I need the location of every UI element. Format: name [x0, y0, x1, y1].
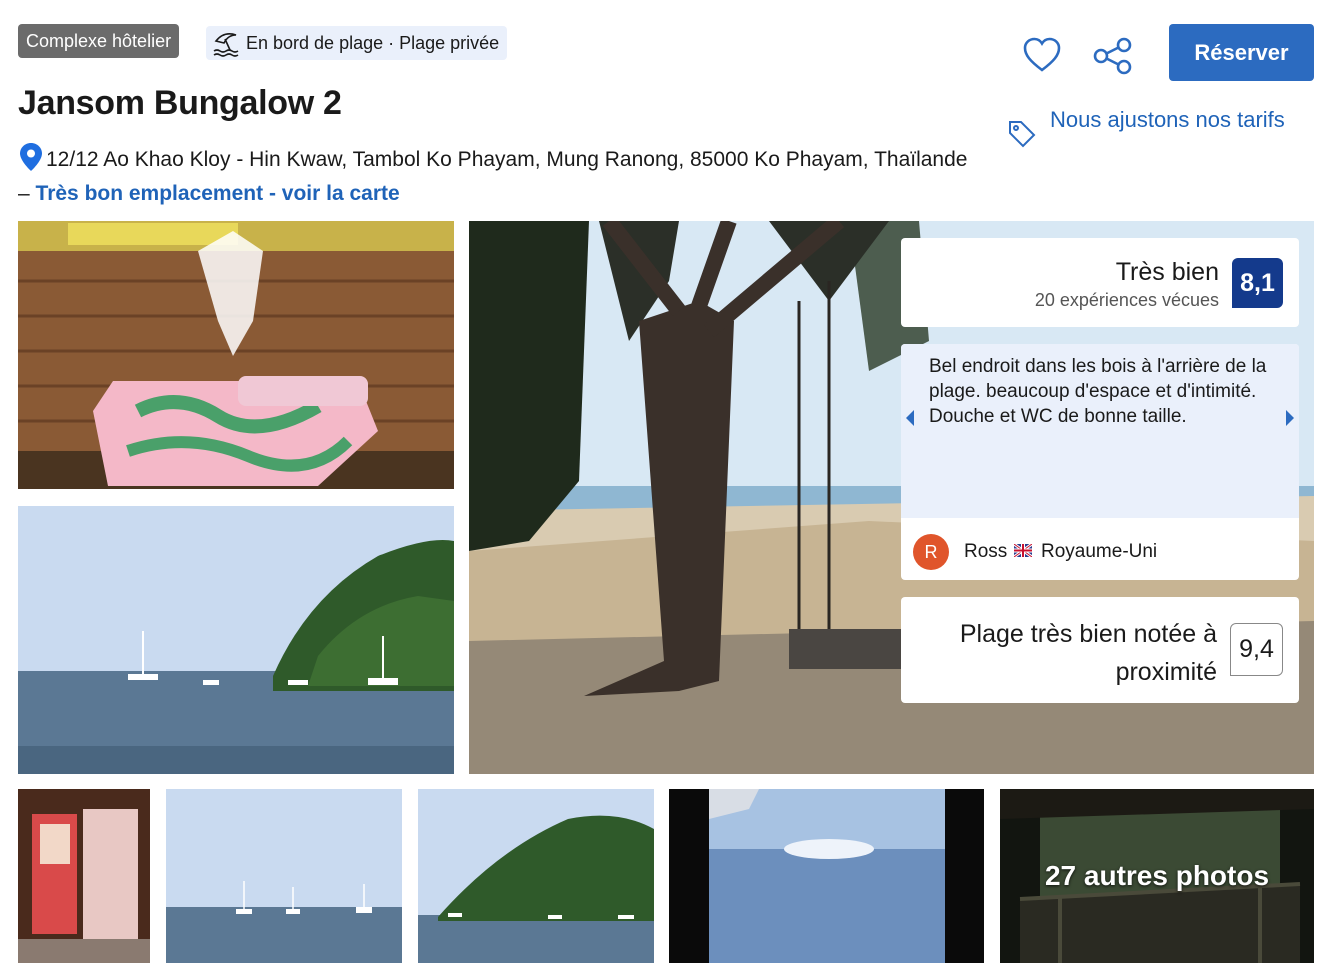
address: 12/12 Ao Khao Kloy - Hin Kwaw, Tambol Ko… — [18, 142, 978, 211]
beach-badge-label: En bord de plage · Plage privée — [246, 33, 500, 53]
rating-card[interactable]: Très bien 20 expériences vécues 8,1 — [901, 238, 1299, 327]
uk-flag-icon — [1014, 544, 1032, 557]
reviewer-name: Ross — [964, 541, 1008, 562]
photo-bedroom[interactable] — [18, 221, 454, 489]
thumb-aerial-view[interactable] — [669, 789, 984, 963]
more-photos-label[interactable]: 27 autres photos — [1000, 789, 1314, 963]
thumb-room-interior[interactable] — [18, 789, 150, 963]
beach-score: 9,4 — [1230, 623, 1283, 676]
review-body: Bel endroit dans les bois à l'arrière de… — [901, 344, 1299, 518]
review-card: Bel endroit dans les bois à l'arrière de… — [901, 344, 1299, 580]
price-adjust-note[interactable]: Nous ajustons nos tarifs — [1006, 104, 1306, 150]
thumb-sea-boats[interactable] — [166, 789, 402, 963]
share-icon[interactable] — [1092, 36, 1134, 76]
review-text: Bel endroit dans les bois à l'arrière de… — [929, 356, 1267, 427]
tag-icon — [1009, 121, 1036, 148]
rating-label: Très bien — [1115, 258, 1219, 286]
reviewer-country: Royaume-Uni — [1041, 541, 1158, 562]
chevron-left-icon[interactable] — [902, 404, 918, 432]
price-note-label: Nous ajustons nos tarifs — [1050, 107, 1285, 132]
thumb-island[interactable] — [418, 789, 654, 963]
photo-bay-boats[interactable] — [18, 506, 454, 774]
rating-count: 20 expériences vécues — [1034, 290, 1219, 310]
heart-icon[interactable] — [1022, 36, 1062, 74]
reviewer-avatar: R — [913, 534, 949, 570]
beach-label: Plage très bien notée à proximité — [959, 620, 1217, 686]
map-link[interactable]: Très bon emplacement - voir la carte — [36, 182, 400, 205]
property-type-badge: Complexe hôtelier — [18, 24, 180, 58]
reserve-button[interactable]: Réserver — [1169, 24, 1314, 81]
rating-score: 8,1 — [1232, 258, 1283, 308]
chevron-right-icon[interactable] — [1282, 404, 1298, 432]
beach-score-card[interactable]: Plage très bien notée à proximité 9,4 — [901, 597, 1299, 703]
beach-badge: En bord de plage · Plage privée — [206, 26, 508, 60]
property-title: Jansom Bungalow 2 — [18, 84, 342, 122]
location-pin-icon — [20, 143, 42, 171]
beach-umbrella-icon — [213, 33, 239, 57]
